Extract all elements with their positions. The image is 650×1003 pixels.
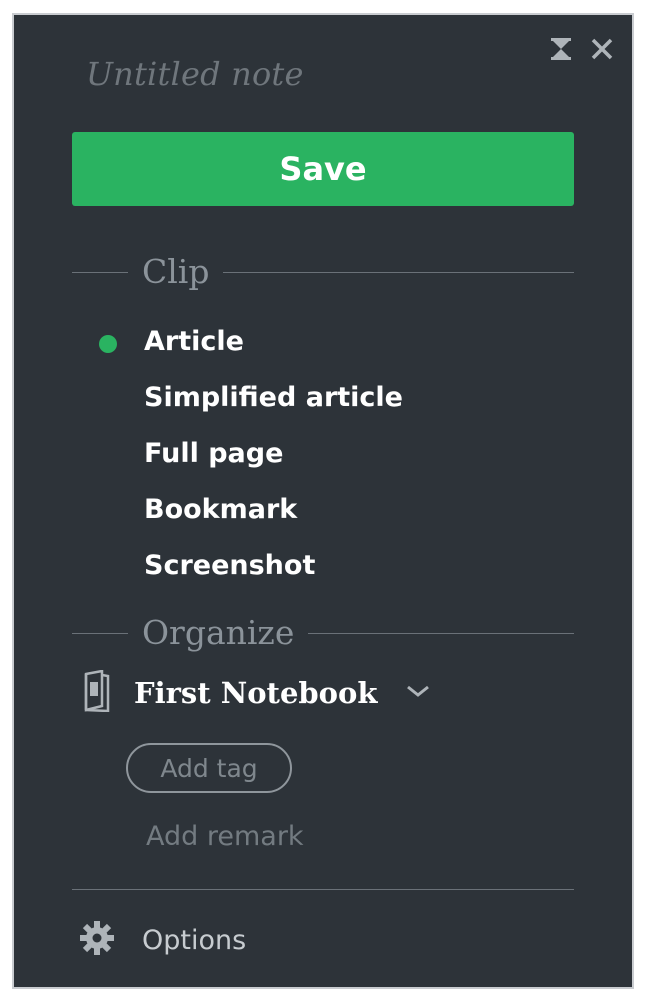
- clip-option-label: Bookmark: [144, 493, 298, 525]
- clip-options-list: Article Simplified article Full page Boo…: [72, 313, 574, 593]
- clip-option-simplified-article[interactable]: Simplified article: [72, 369, 574, 425]
- footer-divider: [72, 889, 574, 890]
- clip-option-label: Article: [144, 325, 244, 357]
- clip-option-label: Simplified article: [144, 381, 403, 413]
- clip-option-screenshot[interactable]: Screenshot: [72, 537, 574, 593]
- add-remark-field[interactable]: Add remark: [146, 821, 304, 852]
- green-dot-icon: [99, 335, 117, 353]
- options-button[interactable]: Options: [78, 917, 246, 963]
- add-tag-button[interactable]: Add tag: [126, 743, 292, 793]
- clip-option-label: Full page: [144, 437, 284, 469]
- clip-heading: Clip: [128, 252, 224, 291]
- organize-heading: Organize: [128, 613, 309, 652]
- clip-option-article[interactable]: Article: [72, 313, 574, 369]
- chevron-down-icon[interactable]: [405, 683, 431, 703]
- notebook-icon: [80, 669, 110, 716]
- organize-section-header: Organize: [72, 613, 574, 653]
- hourglass-icon[interactable]: [550, 37, 572, 61]
- gear-icon: [78, 919, 116, 961]
- clip-section-header: Clip: [72, 252, 574, 292]
- web-clipper-panel: Untitled note Save Clip Article Simplifi…: [12, 13, 634, 989]
- close-icon[interactable]: [590, 37, 614, 61]
- clip-option-label: Screenshot: [144, 549, 316, 581]
- notebook-name: First Notebook: [134, 676, 378, 710]
- options-label: Options: [142, 924, 247, 956]
- panel-controls: [550, 37, 614, 61]
- save-button[interactable]: Save: [72, 132, 574, 206]
- clip-option-full-page[interactable]: Full page: [72, 425, 574, 481]
- note-title-input[interactable]: Untitled note: [86, 55, 304, 93]
- notebook-selector[interactable]: First Notebook: [80, 667, 431, 719]
- clip-option-bookmark[interactable]: Bookmark: [72, 481, 574, 537]
